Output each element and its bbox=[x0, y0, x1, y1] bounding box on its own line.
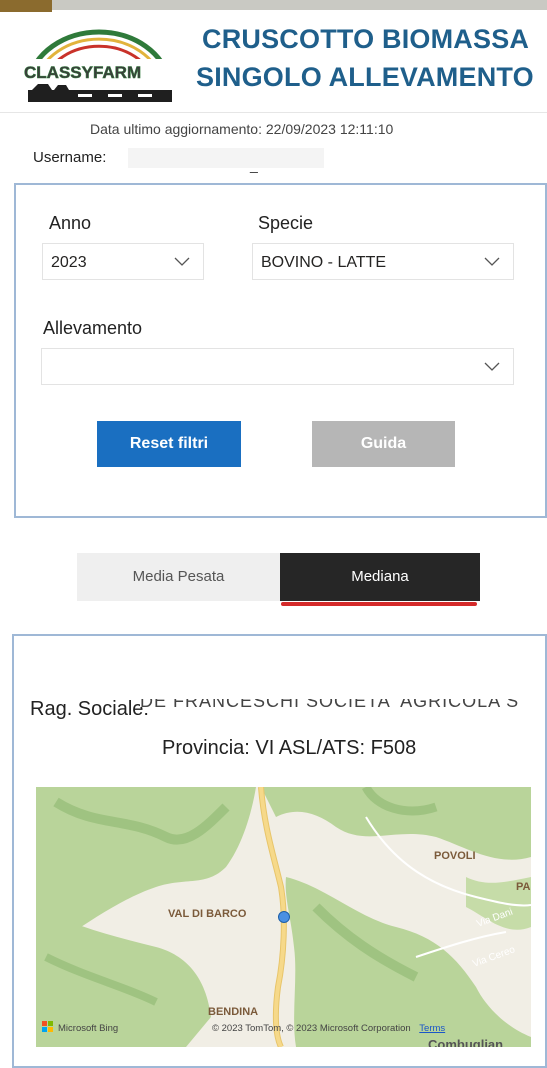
chevron-down-icon bbox=[484, 257, 500, 266]
guida-button[interactable]: Guida bbox=[312, 421, 455, 467]
anno-dropdown[interactable]: 2023 bbox=[42, 243, 204, 280]
top-strip bbox=[0, 0, 547, 10]
last-update-text: Data ultimo aggiornamento: 22/09/2023 12… bbox=[90, 121, 394, 137]
reset-filters-button[interactable]: Reset filtri bbox=[97, 421, 241, 467]
bing-logo-icon bbox=[42, 1021, 47, 1026]
classyfarm-logo: CLASSYFARM bbox=[18, 22, 180, 106]
tab-mediana[interactable]: Mediana bbox=[280, 553, 480, 601]
page-title-line1: CRUSCOTTO BIOMASSA bbox=[202, 24, 530, 54]
chevron-down-icon bbox=[174, 257, 190, 266]
map-provider-label: Microsoft Bing bbox=[58, 1023, 119, 1034]
allevamento-label: Allevamento bbox=[43, 318, 143, 338]
username-label: Username: bbox=[33, 149, 107, 166]
top-corner-accent bbox=[0, 0, 52, 12]
map-label-povoli: POVOLI bbox=[434, 850, 476, 862]
username-value: _ bbox=[250, 157, 258, 173]
specie-value: BOVINO - LATTE bbox=[261, 254, 387, 271]
username-value-redacted bbox=[128, 148, 324, 168]
provincia-asl-text: Provincia: VI ASL/ATS: F508 bbox=[162, 737, 417, 759]
map-label-bendina: BENDINA bbox=[208, 1006, 258, 1018]
anno-label: Anno bbox=[49, 213, 92, 233]
farm-location-map[interactable]: POVOLI PA VAL DI BARCO Via Dani Via Cere… bbox=[36, 787, 531, 1047]
chevron-down-icon bbox=[484, 362, 500, 371]
tab-media-pesata[interactable]: Media Pesata bbox=[77, 553, 280, 601]
logo-text: CLASSYFARM bbox=[24, 63, 141, 82]
page-title-line2: SINGOLO ALLEVAMENTO bbox=[196, 62, 534, 92]
anno-value: 2023 bbox=[51, 254, 87, 271]
map-attribution: © 2023 TomTom, © 2023 Microsoft Corporat… bbox=[212, 1023, 445, 1034]
specie-label: Specie bbox=[258, 213, 314, 233]
rag-sociale-value: DE FRANCESCHI SOCIETA' AGRICOLA SEMP bbox=[140, 699, 520, 707]
map-terms-link[interactable]: Terms bbox=[419, 1023, 445, 1034]
map-label-combuglian: Combuglian bbox=[428, 1037, 503, 1047]
allevamento-dropdown[interactable] bbox=[41, 348, 514, 385]
specie-dropdown[interactable]: BOVINO - LATTE bbox=[252, 243, 514, 280]
header-divider bbox=[0, 112, 547, 113]
rag-sociale-label: Rag. Sociale: bbox=[30, 698, 149, 720]
map-copyright-text: © 2023 TomTom, © 2023 Microsoft Corporat… bbox=[212, 1023, 411, 1034]
selected-tab-underline bbox=[281, 602, 477, 606]
farm-location-pin-icon bbox=[278, 911, 290, 923]
map-label-val-di-barco: VAL DI BARCO bbox=[168, 908, 247, 920]
map-label-pa: PA bbox=[516, 881, 531, 893]
